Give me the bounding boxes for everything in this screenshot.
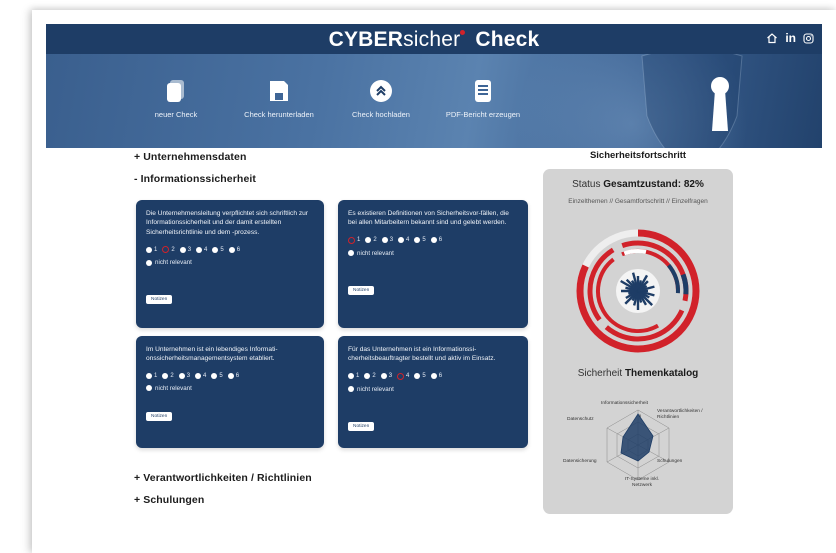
rating-option-6[interactable]: 6 <box>228 246 240 253</box>
theme-value: Themenkatalog <box>624 368 699 379</box>
question-text: Die Unternehmensleitung verpflichtet sic… <box>146 210 308 236</box>
question-card: Im Unternehmen ist ein lebendiges Inform… <box>136 336 324 448</box>
brand-sicher: sicher <box>403 28 461 51</box>
rating-option-4[interactable]: 4 <box>196 246 207 253</box>
new-check-button[interactable]: neuer Check <box>121 78 231 119</box>
progress-subtitle: Einzelthemen // Gesamtfortschritt // Ein… <box>568 198 708 205</box>
notes-button[interactable]: Notizen <box>146 412 173 421</box>
question-card: Es existieren Definitionen von Sicherhei… <box>338 200 528 328</box>
not-relevant-option[interactable]: nicht relevant <box>146 259 314 266</box>
rating-option-6[interactable]: 6 <box>430 237 442 244</box>
notes-button[interactable]: Notizen <box>348 422 375 431</box>
rating-option-1[interactable]: 1 <box>348 236 360 244</box>
brand-red-dot <box>460 30 466 35</box>
rating-option-4[interactable]: 4 <box>195 372 206 379</box>
rating-option-5[interactable]: 5 <box>414 373 426 380</box>
rating-option-5[interactable]: 5 <box>414 237 426 244</box>
section-company-data[interactable]: + Unternehmensdaten <box>134 151 246 163</box>
rating-option-2[interactable]: 2 <box>364 373 376 380</box>
instagram-icon[interactable] <box>803 32 814 44</box>
document-icon <box>167 80 184 102</box>
question-card: Die Unternehmensleitung verpflichtet sic… <box>136 200 324 328</box>
upload-check-button[interactable]: Check hochladen <box>326 78 436 119</box>
home-icon[interactable] <box>766 32 778 44</box>
rating-option-3[interactable]: 3 <box>381 237 393 244</box>
theme-catalog-title: Sicherheit Themenkatalog <box>543 368 733 379</box>
question-card: Für das Unternehmen ist ein Informations… <box>338 336 528 448</box>
radar-axis-label: Verantwortlichkeiten / Richtlinien <box>657 409 703 420</box>
brand-cyber: CYBER <box>328 28 404 51</box>
status-value: Gesamtzustand: 82% <box>603 179 704 190</box>
radar-area <box>620 413 654 462</box>
rating-option-2[interactable]: 2 <box>162 372 174 379</box>
notes-button[interactable]: Notizen <box>146 295 173 304</box>
rating-option-1[interactable]: 1 <box>146 246 157 253</box>
section-responsibilities[interactable]: + Verantwortlichkeiten / Richtlinien <box>134 472 312 484</box>
rating-option-2[interactable]: 2 <box>365 237 377 244</box>
upload-chevrons-icon <box>370 80 392 102</box>
radar-axis-label: Datenschutz <box>567 417 594 422</box>
rating-option-3[interactable]: 3 <box>179 246 191 253</box>
progress-ring-chart <box>576 229 700 353</box>
radar-axis-label: Informationssicherheit <box>601 401 648 406</box>
question-text: Für das Unternehmen ist ein Informations… <box>348 346 496 363</box>
status-line: Status Gesamtzustand: 82% <box>543 179 733 190</box>
status-label: Status <box>572 179 601 190</box>
social-links: in <box>766 31 814 45</box>
top-bar: CYBERsicher Check in <box>46 24 822 54</box>
download-check-button[interactable]: Check herunterladen <box>224 78 334 119</box>
keyhole-shield-graphic <box>641 54 743 148</box>
question-text: Es existieren Definitionen von Sicherhei… <box>348 210 509 227</box>
single-questions-dial <box>616 269 660 313</box>
section-information-security[interactable]: - Informationssicherheit <box>134 173 256 185</box>
save-disk-icon <box>270 81 288 101</box>
progress-panel: Status Gesamtzustand: 82% Einzelthemen /… <box>543 169 733 514</box>
radar-axis-label: Schulungen <box>657 459 683 464</box>
hero-toolbar: neuer Check Check herunterladen Check ho… <box>46 54 822 148</box>
not-relevant-option[interactable]: nicht relevant <box>348 386 518 393</box>
rating-option-1[interactable]: 1 <box>348 373 359 380</box>
rating-scale: 1 2 3 4 5 6 <box>146 372 314 379</box>
rating-option-4[interactable]: 4 <box>398 237 409 244</box>
rating-option-5[interactable]: 5 <box>212 246 224 253</box>
not-relevant-option[interactable]: nicht relevant <box>348 250 518 257</box>
upload-check-label: Check hochladen <box>352 110 410 119</box>
linkedin-icon[interactable]: in <box>785 31 796 45</box>
rating-option-2[interactable]: 2 <box>162 246 175 254</box>
rating-scale: 1 2 3 4 5 6 <box>146 246 314 254</box>
rating-option-6[interactable]: 6 <box>227 372 239 379</box>
rating-scale: 1 2 3 4 5 6 <box>348 372 518 380</box>
report-document-icon <box>475 80 491 102</box>
not-relevant-option[interactable]: nicht relevant <box>146 385 314 392</box>
rating-option-3[interactable]: 3 <box>380 373 392 380</box>
rating-option-5[interactable]: 5 <box>211 372 223 379</box>
rating-option-3[interactable]: 3 <box>178 372 190 379</box>
brand-logo[interactable]: CYBERsicher Check <box>46 28 822 52</box>
section-training[interactable]: + Schulungen <box>134 494 204 506</box>
radar-scale-label: 5 <box>639 413 642 418</box>
rating-scale: 1 2 3 4 5 6 <box>348 236 518 244</box>
radar-axis-label: IT-Systeme inkl. Netzwerk <box>624 477 660 488</box>
pdf-report-label: PDF-Bericht erzeugen <box>445 110 521 119</box>
radar-axis-label: Datensicherung <box>563 459 597 464</box>
pdf-report-button[interactable]: PDF-Bericht erzeugen <box>428 78 538 119</box>
rating-option-1[interactable]: 1 <box>146 372 157 379</box>
question-text: Im Unternehmen ist ein lebendiges Inform… <box>146 346 278 363</box>
progress-title: Sicherheitsfortschritt <box>589 150 687 161</box>
rating-option-6[interactable]: 6 <box>430 373 442 380</box>
new-check-label: neuer Check <box>154 110 198 119</box>
brand-check: Check <box>475 28 540 51</box>
notes-button[interactable]: Notizen <box>348 286 375 295</box>
download-check-label: Check herunterladen <box>244 110 314 119</box>
rating-option-4[interactable]: 4 <box>397 372 409 380</box>
theme-label: Sicherheit <box>577 368 623 379</box>
